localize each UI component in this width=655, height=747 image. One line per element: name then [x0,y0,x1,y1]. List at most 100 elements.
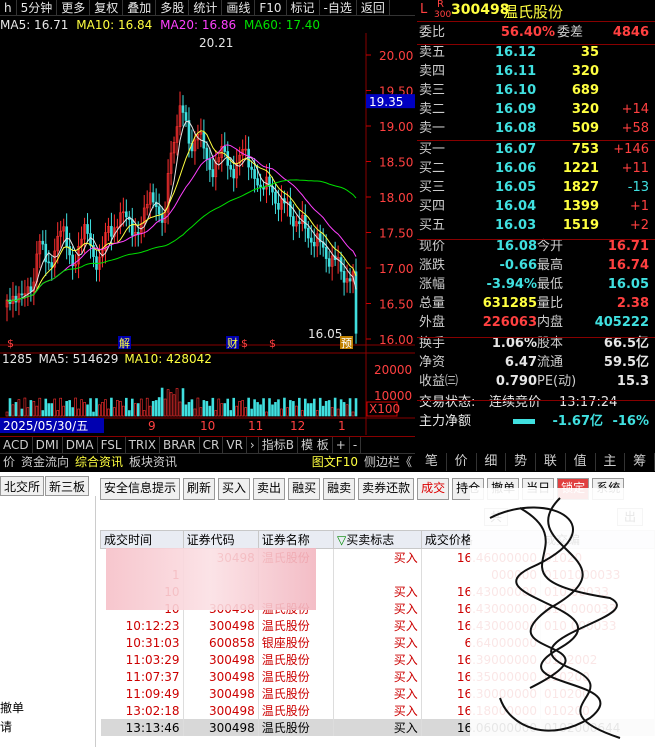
candle-body [110,226,113,237]
indicator-tab-11[interactable]: + [333,437,350,453]
right-tab-4[interactable]: 联 [536,453,566,471]
right-tab-6[interactable]: 主 [596,453,626,471]
right-tab-1[interactable]: 价 [447,453,477,471]
trade-time: 13:02:18 [100,702,184,719]
menu-item-5[interactable]: 多股 [156,0,190,15]
toolbar-button-6[interactable]: 卖券还款 [358,478,415,500]
right-tab-5[interactable]: 值 [566,453,596,471]
indicator-tab-7[interactable]: VR [223,437,247,453]
price-label: 16.50 [379,298,413,312]
menu-item-cancel[interactable]: 撤单 [0,699,24,716]
bids-row: 买四 16.04 1399 +1 [417,197,655,216]
market-tab-1[interactable]: 新三板 [45,476,90,496]
toolbar-button-4[interactable]: 融买 [288,478,321,500]
trade-side: 买入 [333,702,422,719]
right-tab-0[interactable]: 笔 [417,453,447,471]
menu-item-0[interactable]: h [0,0,17,15]
stat-label: 净资 [419,355,446,370]
indicator-tab-1[interactable]: DMI [33,437,63,453]
toolbar-button-0[interactable]: 安全信息提示 [100,478,181,500]
stat-value: 16.74 [607,258,649,273]
bottom-tab-2[interactable]: 综合资讯 [72,454,126,471]
candle-body [187,120,191,144]
menu-item-10[interactable]: -自选 [320,0,357,15]
volume-bar [306,403,310,417]
menu-item-9[interactable]: 标记 [287,0,320,15]
volume-bar [130,398,134,417]
volume-bar [223,403,227,417]
market-tab-0[interactable]: 北交所 [0,476,45,496]
event-marker[interactable]: $ [241,337,248,350]
bottom-tab-1[interactable]: 资金流向 [18,454,72,471]
menu-item-6[interactable]: 统计 [189,0,223,15]
indicator-tab-2[interactable]: DMA [63,437,98,453]
menu-item-1[interactable]: 5分钟 [17,0,58,15]
volume-bar [68,400,71,417]
candle-body [348,278,352,282]
menu-item-8[interactable]: F10 [255,0,287,15]
right-tab-7[interactable]: 筹 [625,453,655,471]
toolbar-button-7[interactable]: 成交 [417,478,450,500]
right-tab-2[interactable]: 细 [477,453,507,471]
column-header[interactable]: ▽买卖标志 [332,530,422,549]
volume-bar [65,401,68,417]
trade-name: 银座股份 [258,634,334,651]
indicator-tab-0[interactable]: ACD [0,437,33,453]
volume-bar [92,411,95,417]
trade-code: 300498 [183,702,259,719]
toolbar-button-3[interactable]: 卖出 [253,478,286,500]
event-marker[interactable]: 预 [341,337,352,350]
price-label: 17.50 [379,227,413,241]
trade-name: 温氏股份 [258,685,334,702]
toolbar-button-5[interactable]: 融卖 [323,478,356,500]
candle-body [250,166,253,170]
menu-item-7[interactable]: 画线 [222,0,256,15]
bottom-tab-0[interactable]: 价 [0,454,18,471]
menu-item-11[interactable]: 返回 [357,0,390,15]
asks-volume: 35 [580,45,599,60]
candle-body [181,105,185,113]
candle-body [229,165,233,170]
event-marker[interactable]: $ [7,337,14,350]
volume-bar [321,405,325,417]
volume-bar [324,401,328,417]
menu-item-4[interactable]: 叠加 [123,0,157,15]
indicator-tab-12[interactable]: - [350,437,362,453]
stat-row: 收益㈢ 0.790 PE(动) 15.3 [417,372,655,391]
bids-label: 买四 [419,199,446,214]
menu-item-3[interactable]: 复权 [90,0,124,15]
menu-item-query[interactable]: 请 [0,718,12,735]
indicator-tab-9[interactable]: 指标B [259,437,298,453]
candlestick-chart[interactable]: 20.0019.5019.3519.0018.5018.0017.5017.00… [0,33,415,435]
volume-bar [256,402,259,417]
toolbar-button-1[interactable]: 刷新 [183,478,216,500]
bids-price: 16.03 [495,218,537,233]
indicator-tab-3[interactable]: FSL [98,437,126,453]
right-tab-3[interactable]: 势 [506,453,536,471]
asks-label: 卖三 [419,83,446,98]
asks-label: 卖四 [419,64,446,79]
indicator-tab-10[interactable]: 模 板 [298,437,333,453]
column-header[interactable]: 成交时间 [100,530,184,549]
column-header[interactable]: 证券名称 [257,530,334,549]
event-marker[interactable]: 解 [119,336,130,350]
asks-price: 16.12 [495,45,537,60]
event-marker[interactable]: $ [269,337,276,350]
bottom-tab-5[interactable]: 侧边栏《 [361,454,415,471]
menu-item-2[interactable]: 更多 [57,0,91,15]
column-header[interactable]: 证券代码 [182,530,259,549]
event-marker[interactable]: 财 [227,336,238,350]
bottom-tab-3[interactable]: 板块资讯 [126,454,180,471]
volume-bar [190,399,194,417]
volume-bar [318,397,322,417]
indicator-tab-8[interactable]: › [247,437,259,453]
indicator-tab-5[interactable]: BRAR [160,437,200,453]
asks-volume: 320 [571,102,599,117]
bottom-tab-4[interactable]: 图文F10 [309,454,361,471]
quote-header: L R 300 300498 温氏股份 [417,0,655,22]
bids-price: 16.04 [495,199,537,214]
price-label: 20.00 [379,49,413,63]
toolbar-button-2[interactable]: 买入 [218,478,251,500]
indicator-tab-6[interactable]: CR [200,437,224,453]
indicator-tab-4[interactable]: TRIX [126,437,161,453]
